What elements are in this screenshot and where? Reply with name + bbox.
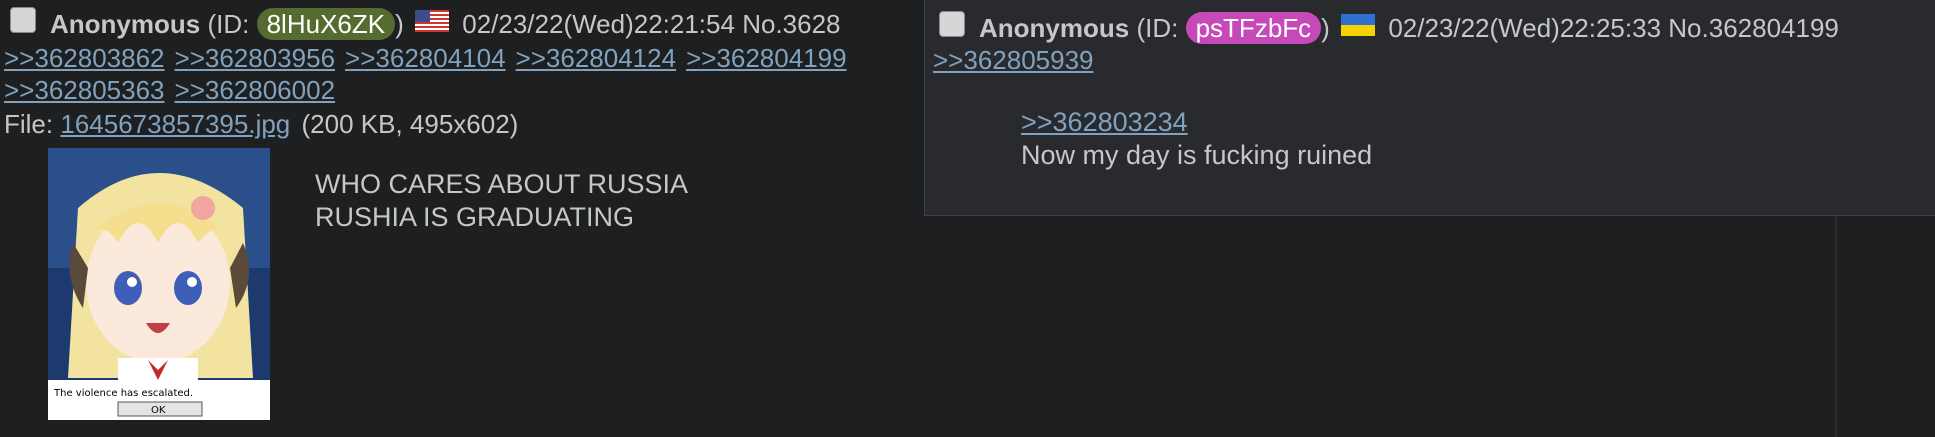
poster-id-suffix: ) <box>395 9 404 39</box>
poster-id-prefix: (ID: <box>207 9 250 39</box>
thumbnail-caption: The violence has escalated. <box>53 388 193 399</box>
hover-post-datetime: 02/23/22(Wed)22:25:33 <box>1388 13 1662 43</box>
thread-page: Anonymous (ID: 8lHuX6ZK) 02/23/22(Wed)22… <box>0 0 1935 437</box>
post-select-checkbox[interactable] <box>10 7 36 34</box>
poster-name: Anonymous <box>50 9 201 39</box>
hover-poster-id-prefix: (ID: <box>1136 13 1179 43</box>
hover-preview-post: Anonymous (ID: psTFzbFc) 02/23/22(Wed)22… <box>924 0 1935 216</box>
post-datetime: 02/23/22(Wed)22:21:54 <box>462 9 735 39</box>
hover-comment-text: Now my day is fucking ruined <box>1021 140 1373 170</box>
hover-post-number[interactable]: No.362804199 <box>1668 13 1839 43</box>
poster-id-badge[interactable]: 8lHuX6ZK <box>256 8 396 40</box>
post-thumbnail[interactable]: The violence has escalated. OK <box>48 148 270 420</box>
us-flag-icon <box>415 3 449 43</box>
backlink[interactable]: >>362803862 <box>4 43 165 73</box>
file-meta: (200 KB, 495x602) <box>301 109 519 139</box>
hover-poster-name: Anonymous <box>979 13 1130 43</box>
thumbnail-ok-button-label: OK <box>151 405 166 416</box>
hover-poster-id-suffix: ) <box>1321 13 1330 43</box>
anime-girl-thumbnail-image: The violence has escalated. OK <box>48 148 270 420</box>
post-info: Anonymous (ID: 8lHuX6ZK) 02/23/22(Wed)22… <box>10 4 841 44</box>
ukraine-flag-icon <box>1341 7 1376 47</box>
hover-quote-link[interactable]: >>362803234 <box>1021 107 1188 137</box>
hover-backlinks: >>362805939 <box>933 44 1104 76</box>
backlink[interactable]: >>362804124 <box>516 43 677 73</box>
backlink[interactable]: >>362804199 <box>686 43 847 73</box>
backlink[interactable]: >>362804104 <box>345 43 506 73</box>
backlink[interactable]: >>362806002 <box>175 75 336 105</box>
backlink[interactable]: >>362805363 <box>4 75 165 105</box>
file-link[interactable]: 1645673857395.jpg <box>60 109 290 139</box>
hover-backlink[interactable]: >>362805939 <box>933 45 1094 75</box>
file-label: File: <box>4 109 54 139</box>
post-number[interactable]: No.3628 <box>742 9 840 39</box>
hover-post-info: Anonymous (ID: psTFzbFc) 02/23/22(Wed)22… <box>939 8 1839 48</box>
file-info: File: 1645673857395.jpg (200 KB, 495x602… <box>4 108 518 140</box>
comment-line: RUSHIA IS GRADUATING <box>315 202 635 232</box>
hover-poster-id-badge[interactable]: psTFzbFc <box>1185 12 1322 44</box>
backlinks: >>362803862 >>362803956 >>362804104 >>36280… <box>4 42 964 106</box>
backlink[interactable]: >>362803956 <box>175 43 336 73</box>
post-comment: WHO CARES ABOUT RUSSIA RUSHIA IS GRADUAT… <box>315 168 688 234</box>
hover-post-comment: >>362803234 Now my day is fucking ruined <box>1021 106 1372 172</box>
hover-post-select-checkbox[interactable] <box>939 11 965 38</box>
comment-line: WHO CARES ABOUT RUSSIA <box>315 169 689 199</box>
